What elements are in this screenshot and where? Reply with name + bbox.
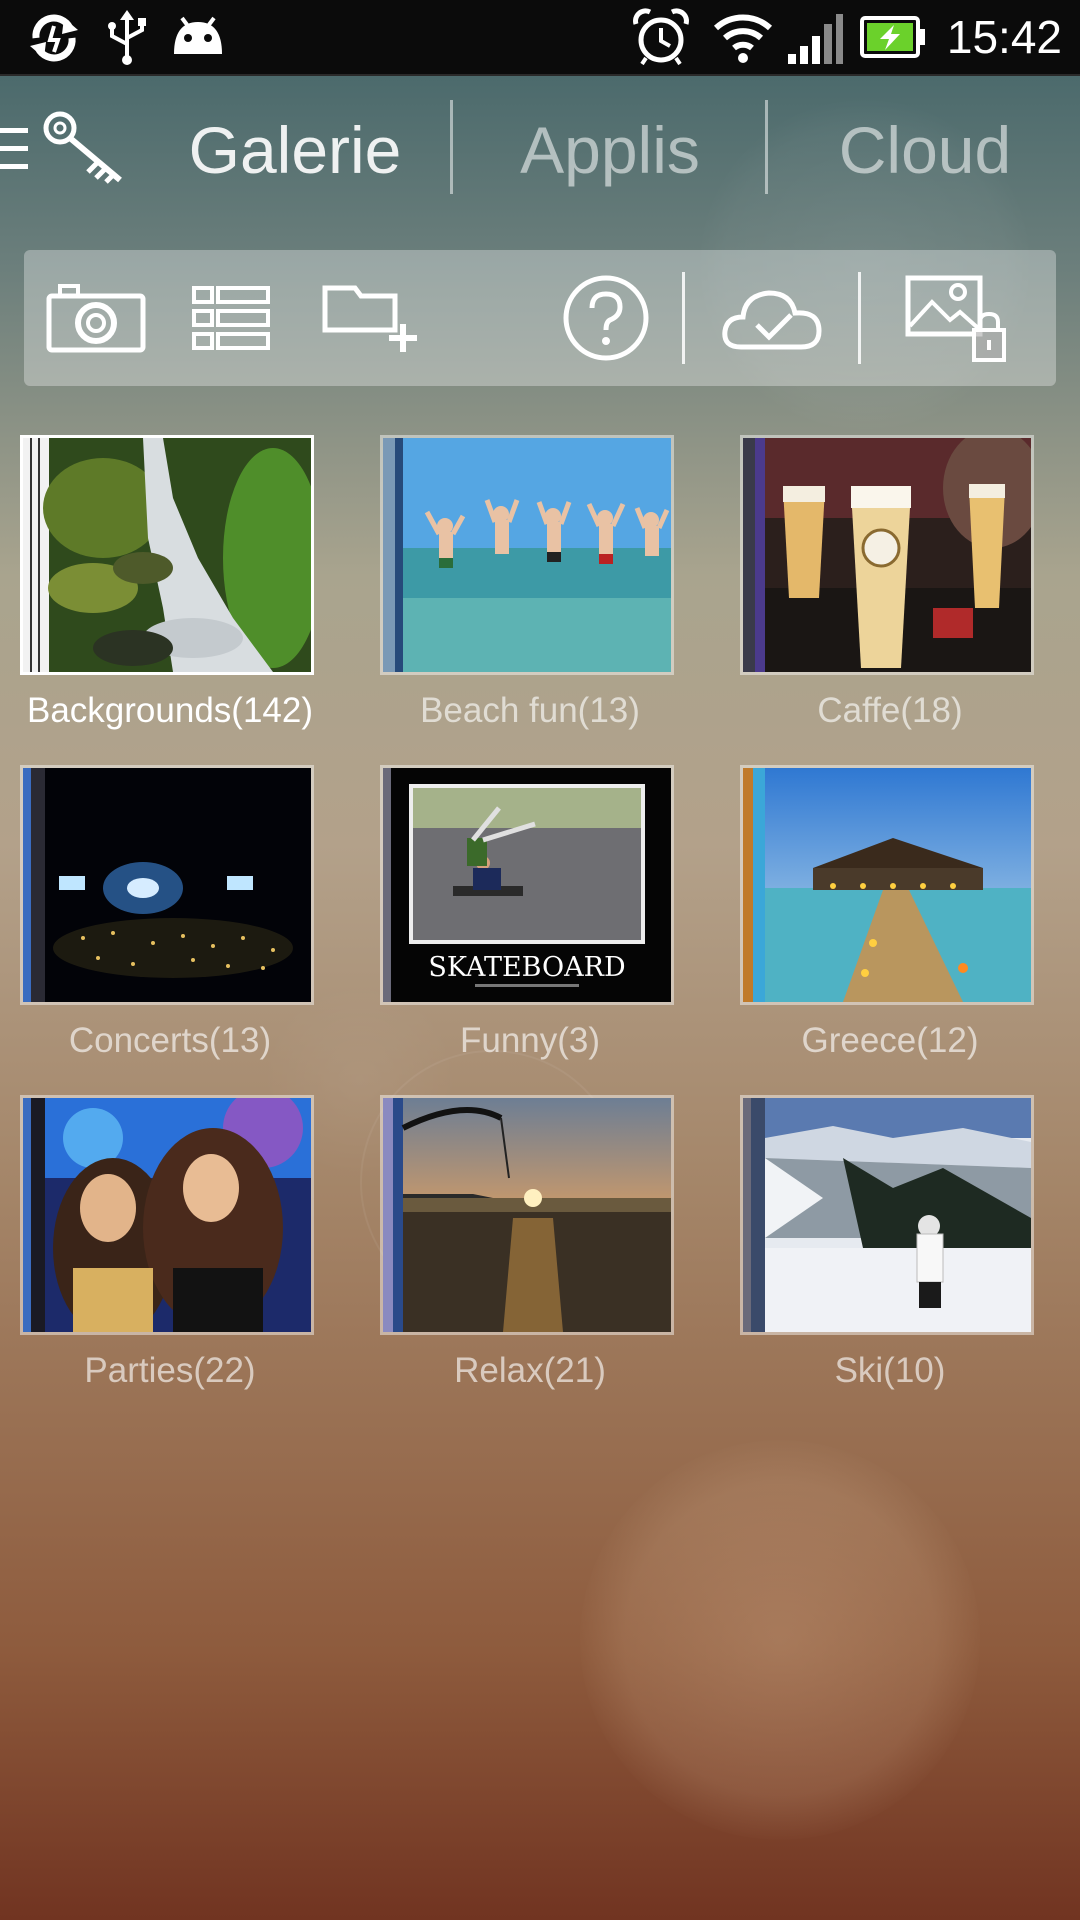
wifi-icon xyxy=(712,10,774,71)
album-tile[interactable]: Relax(21) xyxy=(380,1095,680,1390)
action-toolbar xyxy=(24,250,1056,386)
tab-galerie[interactable]: Galerie xyxy=(160,110,430,190)
tab-applis[interactable]: Applis xyxy=(470,110,750,190)
album-thumbnail xyxy=(20,435,314,675)
tab-cloud[interactable]: Cloud xyxy=(785,110,1065,190)
tab-divider xyxy=(450,100,453,194)
album-label: Caffe(18) xyxy=(817,691,963,730)
new-folder-icon[interactable] xyxy=(318,264,428,372)
toolbar-divider xyxy=(682,272,685,364)
sync-icon xyxy=(26,10,82,71)
album-label: Parties(22) xyxy=(84,1351,256,1390)
tab-divider xyxy=(765,100,768,194)
album-label: Ski(10) xyxy=(834,1351,946,1390)
album-label: Concerts(13) xyxy=(68,1021,272,1060)
key-icon[interactable] xyxy=(42,110,128,191)
usb-icon xyxy=(104,10,150,71)
album-tile[interactable]: Caffe(18) xyxy=(740,435,1040,730)
list-view-icon[interactable] xyxy=(190,264,272,372)
album-tile[interactable]: Ski(10) xyxy=(740,1095,1040,1390)
album-label: Funny(3) xyxy=(459,1021,601,1060)
poster-caption: SKATEBOARD xyxy=(428,952,625,983)
album-thumbnail xyxy=(20,1095,314,1335)
album-tile[interactable]: SKATEBOARD Funny(3) xyxy=(380,765,680,1060)
album-tile[interactable]: Parties(22) xyxy=(20,1095,320,1390)
album-thumbnail: SKATEBOARD xyxy=(380,765,674,1005)
album-tile[interactable]: Backgrounds(142) xyxy=(20,435,320,730)
album-tile[interactable]: Greece(12) xyxy=(740,765,1040,1060)
album-thumbnail xyxy=(380,1095,674,1335)
signal-icon xyxy=(786,10,844,71)
album-thumbnail xyxy=(740,435,1034,675)
android-debug-icon xyxy=(170,14,226,63)
menu-icon[interactable] xyxy=(0,128,30,172)
album-label: Greece(12) xyxy=(801,1021,979,1060)
album-thumbnail xyxy=(740,765,1034,1005)
status-clock: 15:42 xyxy=(946,11,1062,63)
album-thumbnail xyxy=(20,765,314,1005)
album-tile[interactable]: Beach fun(13) xyxy=(380,435,680,730)
album-label: Backgrounds(142) xyxy=(27,691,313,730)
album-label: Relax(21) xyxy=(454,1351,606,1390)
album-label: Beach fun(13) xyxy=(420,691,640,730)
album-thumbnail xyxy=(740,1095,1034,1335)
cloud-sync-icon[interactable] xyxy=(720,264,824,372)
album-thumbnail xyxy=(380,435,674,675)
status-bar: 15:42 xyxy=(0,0,1080,76)
toolbar-divider xyxy=(858,272,861,364)
help-icon[interactable] xyxy=(560,264,652,372)
alarm-icon xyxy=(632,8,690,71)
locked-image-icon[interactable] xyxy=(904,264,1008,372)
album-tile[interactable]: Concerts(13) xyxy=(20,765,320,1060)
battery-charging-icon xyxy=(860,16,926,63)
camera-icon[interactable] xyxy=(44,264,148,372)
